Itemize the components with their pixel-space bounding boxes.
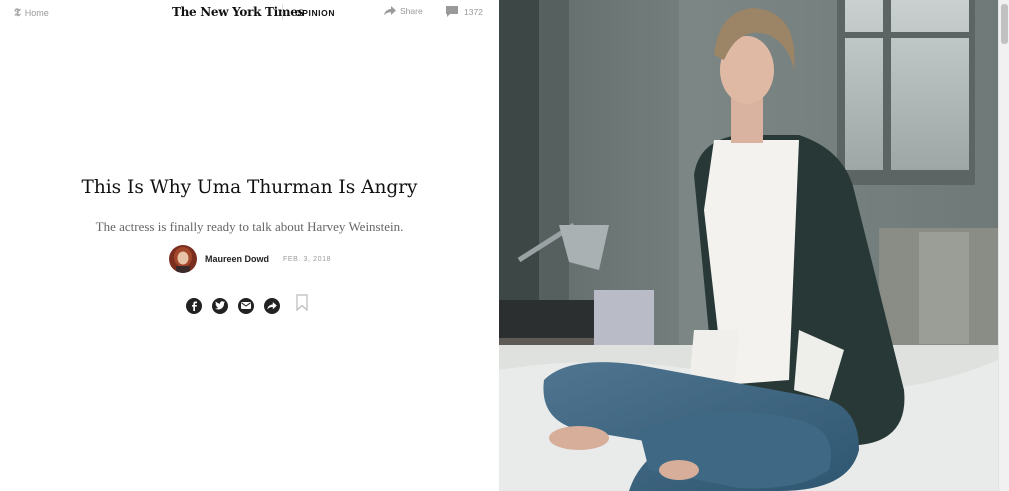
- facebook-icon[interactable]: [186, 297, 202, 314]
- share-icon: [384, 6, 396, 16]
- home-label: Home: [24, 8, 49, 18]
- nyt-logo[interactable]: The New York Times: [172, 5, 304, 19]
- scrollbar-thumb[interactable]: [1001, 4, 1008, 44]
- hero-photo: [499, 0, 998, 491]
- share-button[interactable]: Share: [384, 6, 423, 16]
- twitter-icon[interactable]: [212, 297, 228, 314]
- home-link[interactable]: 𝕿 Home: [14, 6, 49, 20]
- site-header: 𝕿 Home The New York Times OPINION Share …: [0, 0, 499, 26]
- social-share-bar: [186, 294, 308, 317]
- section-label[interactable]: OPINION: [295, 8, 335, 18]
- author-name[interactable]: Maureen Dowd: [205, 254, 269, 264]
- comment-count: 1372: [464, 6, 483, 17]
- comment-icon: [446, 6, 458, 17]
- byline: Maureen Dowd FEB. 3, 2018: [169, 245, 331, 273]
- comments-button[interactable]: 1372: [446, 6, 483, 17]
- nyt-t-icon: 𝕿: [14, 6, 21, 19]
- publish-date: FEB. 3, 2018: [283, 255, 332, 263]
- header-divider: [282, 4, 283, 20]
- page-scrollbar[interactable]: [998, 0, 1009, 491]
- share-arrow-icon[interactable]: [264, 297, 280, 314]
- article-summary: The actress is finally ready to talk abo…: [95, 219, 404, 234]
- bookmark-icon[interactable]: [296, 294, 308, 317]
- email-icon[interactable]: [238, 297, 254, 314]
- article-headline: This Is Why Uma Thurman Is Angry: [81, 177, 418, 198]
- author-avatar[interactable]: [169, 245, 197, 273]
- share-label: Share: [400, 6, 423, 16]
